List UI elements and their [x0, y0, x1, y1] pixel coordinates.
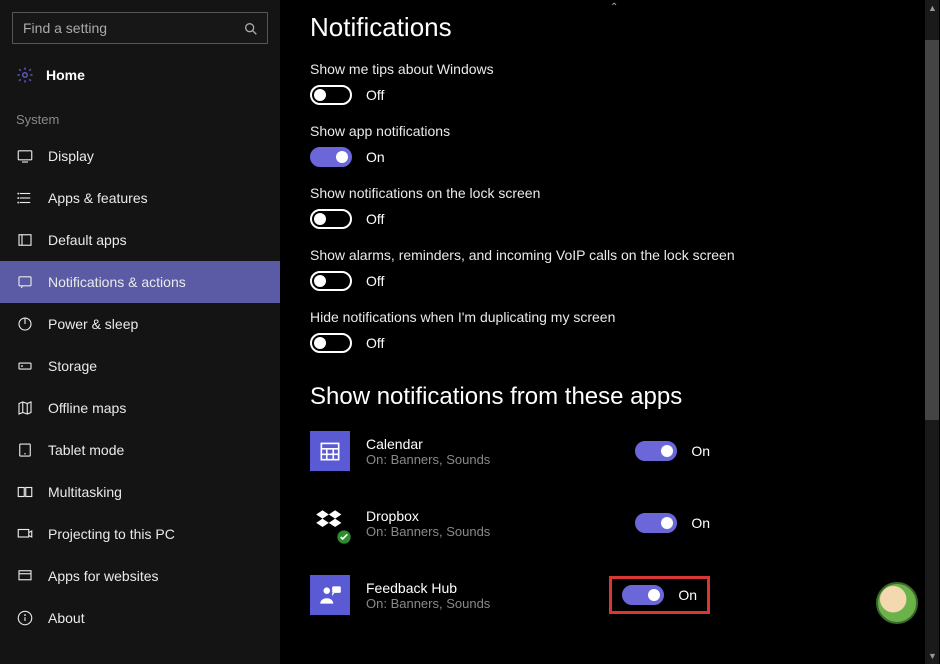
info-icon: [16, 609, 34, 627]
calendar-icon: [310, 431, 350, 471]
sidebar-item-label: Multitasking: [48, 484, 122, 500]
maps-icon: [16, 399, 34, 417]
notifications-icon: [16, 273, 34, 291]
sidebar-item-label: Apps for websites: [48, 568, 159, 584]
toggle-state: On: [366, 149, 385, 165]
sidebar-item-label: Default apps: [48, 232, 127, 248]
scrollbar-thumb[interactable]: [925, 40, 939, 420]
sidebar-item-defaultapps[interactable]: Default apps: [0, 219, 280, 261]
avatar: [876, 582, 918, 624]
feedback-icon: [310, 575, 350, 615]
toggle-switch[interactable]: [622, 585, 664, 605]
sidebar-item-info[interactable]: About: [0, 597, 280, 639]
setting-label: Show app notifications: [310, 123, 770, 139]
toggle-switch[interactable]: [310, 147, 352, 167]
app-subtext: On: Banners, Sounds: [366, 596, 593, 611]
scroll-down-arrow[interactable]: ▼: [928, 651, 937, 661]
apps-icon: [16, 189, 34, 207]
sidebar: Home System Display Apps & features Defaul…: [0, 0, 280, 664]
storage-icon: [16, 357, 34, 375]
app-toggle-wrap: On: [609, 576, 710, 614]
toggle-switch[interactable]: [310, 85, 352, 105]
sidebar-item-home[interactable]: Home: [0, 56, 280, 94]
toggle-state: Off: [366, 335, 384, 351]
main-content: ⌃ Notifications Show me tips about Windo…: [280, 0, 940, 664]
page-title: Notifications: [310, 12, 910, 43]
sidebar-item-notifications[interactable]: Notifications & actions: [0, 261, 280, 303]
toggle-state: Off: [366, 273, 384, 289]
toggle-state: Off: [366, 211, 384, 227]
sidebar-item-label: Power & sleep: [48, 316, 138, 332]
sidebar-item-project[interactable]: Projecting to this PC: [0, 513, 280, 555]
sidebar-item-label: Storage: [48, 358, 97, 374]
search-icon: [243, 21, 259, 37]
toggle-switch[interactable]: [635, 441, 677, 461]
app-notification-row[interactable]: Dropbox On: Banners, Sounds On: [310, 503, 710, 543]
sidebar-item-label: Tablet mode: [48, 442, 124, 458]
search-input[interactable]: [13, 20, 267, 36]
scroll-up-arrow[interactable]: ▲: [928, 3, 937, 13]
app-notification-row[interactable]: Calendar On: Banners, Sounds On: [310, 431, 710, 471]
tablet-icon: [16, 441, 34, 459]
app-subtext: On: Banners, Sounds: [366, 524, 619, 539]
app-toggle-wrap: On: [635, 441, 710, 461]
sidebar-item-label: About: [48, 610, 85, 626]
toggle-switch[interactable]: [310, 333, 352, 353]
app-name: Dropbox: [366, 508, 619, 524]
sidebar-item-maps[interactable]: Offline maps: [0, 387, 280, 429]
sidebar-item-tablet[interactable]: Tablet mode: [0, 429, 280, 471]
setting-label: Show alarms, reminders, and incoming VoI…: [310, 247, 770, 263]
sidebar-item-label: Offline maps: [48, 400, 126, 416]
app-source-title: Show notifications from these apps: [310, 383, 910, 411]
sidebar-item-label: Display: [48, 148, 94, 164]
sidebar-item-apps[interactable]: Apps & features: [0, 177, 280, 219]
setting-label: Show notifications on the lock screen: [310, 185, 770, 201]
app-name: Calendar: [366, 436, 619, 452]
setting-row: Show app notifications On: [310, 123, 910, 167]
toggle-state: Off: [366, 87, 384, 103]
search-box[interactable]: [12, 12, 268, 44]
app-toggle-wrap: On: [635, 513, 710, 533]
setting-label: Hide notifications when I'm duplicating …: [310, 309, 770, 325]
multitask-icon: [16, 483, 34, 501]
scroll-up-indicator[interactable]: ⌃: [610, 2, 618, 13]
setting-row: Hide notifications when I'm duplicating …: [310, 309, 910, 353]
dropbox-icon: [310, 503, 350, 543]
sidebar-item-label: Apps & features: [48, 190, 148, 206]
scrollbar[interactable]: ▲ ▼: [925, 0, 939, 664]
sidebar-item-display[interactable]: Display: [0, 135, 280, 177]
toggle-switch[interactable]: [310, 209, 352, 229]
display-icon: [16, 147, 34, 165]
toggle-state: On: [691, 515, 710, 531]
app-notification-row[interactable]: Feedback Hub On: Banners, Sounds On: [310, 575, 710, 615]
defaultapps-icon: [16, 231, 34, 249]
sidebar-item-websites[interactable]: Apps for websites: [0, 555, 280, 597]
toggle-switch[interactable]: [635, 513, 677, 533]
sidebar-item-power[interactable]: Power & sleep: [0, 303, 280, 345]
setting-row: Show alarms, reminders, and incoming VoI…: [310, 247, 910, 291]
websites-icon: [16, 567, 34, 585]
power-icon: [16, 315, 34, 333]
sidebar-item-label: Projecting to this PC: [48, 526, 175, 542]
setting-row: Show me tips about Windows Off: [310, 61, 910, 105]
sidebar-item-storage[interactable]: Storage: [0, 345, 280, 387]
app-subtext: On: Banners, Sounds: [366, 452, 619, 467]
sidebar-section-label: System: [0, 94, 280, 135]
setting-row: Show notifications on the lock screen Of…: [310, 185, 910, 229]
toggle-state: On: [678, 587, 697, 603]
toggle-switch[interactable]: [310, 271, 352, 291]
setting-label: Show me tips about Windows: [310, 61, 770, 77]
project-icon: [16, 525, 34, 543]
sidebar-item-label: Notifications & actions: [48, 274, 186, 290]
app-name: Feedback Hub: [366, 580, 593, 596]
toggle-state: On: [691, 443, 710, 459]
sidebar-item-multitask[interactable]: Multitasking: [0, 471, 280, 513]
home-label: Home: [46, 67, 85, 83]
gear-icon: [16, 66, 34, 84]
